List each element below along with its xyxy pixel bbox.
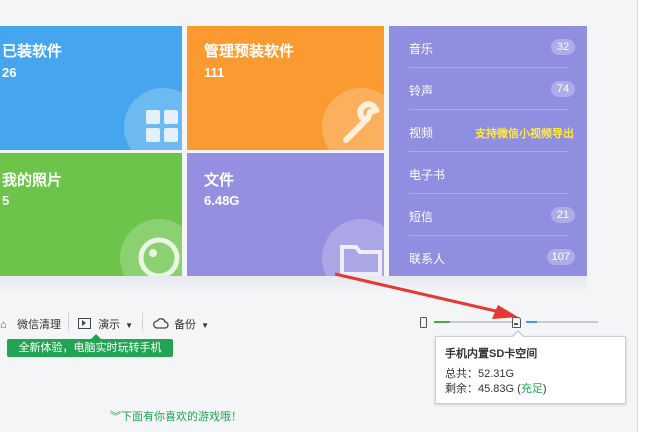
files-title: 文件 — [204, 172, 235, 189]
my-photos-count: 5 — [2, 193, 10, 208]
status-close: ) — [542, 383, 547, 395]
wrench-icon — [322, 88, 384, 150]
annotation-arrow — [334, 272, 518, 319]
preinstalled-apps-tile[interactable]: 管理预装软件 111 — [187, 26, 384, 150]
side-item-label: 铃声 — [409, 84, 434, 98]
games-link-label: 下面有你喜欢的游戏哦！ — [121, 411, 242, 423]
my-photos-title: 我的照片 — [2, 172, 63, 189]
count-badge: 74 — [551, 81, 575, 97]
caret-down-icon: ▼ — [125, 321, 134, 330]
side-item-label: 电子书 — [409, 168, 446, 182]
media-side-panel: 音乐 32 铃声 74 视频 支持微信小视频导出 电子书 短信 21 联系人 1… — [389, 26, 587, 276]
count-badge: 32 — [551, 39, 575, 55]
files-size: 6.48G — [204, 193, 240, 208]
side-item-label: 视频 — [409, 126, 434, 140]
preinstalled-apps-count: 111 — [204, 65, 225, 80]
side-item-ringtones[interactable]: 铃声 74 — [409, 68, 575, 110]
side-item-ebooks[interactable]: 电子书 — [409, 152, 569, 194]
caret-down-icon: ▼ — [201, 321, 210, 330]
side-item-label: 联系人 — [409, 252, 446, 266]
window-edge — [637, 0, 650, 432]
total-value: 52.31G — [478, 368, 515, 380]
backup-button[interactable]: 备份 ▼ — [153, 316, 209, 332]
total-label: 总共： — [445, 368, 478, 380]
toolbar-divider — [142, 313, 143, 331]
installed-apps-tile[interactable]: 已装软件 26 — [0, 26, 182, 150]
tooltip-total-line: 总共：52.31G — [445, 367, 616, 382]
wechat-cleanup-label: 微信清理 — [17, 319, 62, 331]
demo-label: 演示 — [98, 319, 121, 331]
installed-apps-title: 已装软件 — [2, 43, 63, 60]
preinstalled-apps-title: 管理预装软件 — [204, 43, 295, 60]
backup-label: 备份 — [174, 319, 197, 331]
my-photos-tile[interactable]: 我的照片 5 — [0, 153, 182, 276]
installed-apps-count: 26 — [2, 65, 17, 80]
apps-grid-icon — [124, 88, 182, 150]
demo-tooltip: 全新体验，电脑实时玩转手机 — [7, 334, 173, 357]
photo-icon — [120, 219, 182, 276]
play-icon — [78, 318, 91, 329]
sd-space-tooltip: 手机内置SD卡空间 总共：52.31G 剩余：45.83G (充足) — [435, 330, 626, 404]
files-tile[interactable]: 文件 6.48G — [187, 153, 384, 276]
broom-icon: ⌂ — [0, 319, 7, 331]
side-item-sms[interactable]: 短信 21 — [409, 194, 575, 236]
cloud-icon — [153, 318, 172, 331]
count-badge: 21 — [551, 207, 575, 223]
sd-storage-bar[interactable] — [526, 321, 598, 323]
space-status: 充足 — [520, 383, 543, 395]
video-promo-text: 支持微信小视频导出 — [475, 128, 574, 140]
demo-button[interactable]: 演示 ▼ — [78, 316, 133, 332]
side-item-music[interactable]: 音乐 32 — [409, 26, 575, 68]
double-chevron-down-icon: ︾ — [110, 411, 121, 423]
games-link[interactable]: ︾下面有你喜欢的游戏哦！ — [110, 408, 242, 424]
free-label: 剩余： — [445, 383, 478, 395]
tooltip-title: 手机内置SD卡空间 — [445, 348, 538, 360]
tooltip-free-line: 剩余：45.83G (充足) — [445, 382, 616, 397]
toolbar-divider — [68, 313, 69, 331]
side-item-video[interactable]: 视频 支持微信小视频导出 — [409, 110, 574, 152]
count-badge: 107 — [546, 249, 575, 265]
side-item-label: 音乐 — [409, 42, 434, 56]
side-item-label: 短信 — [409, 210, 434, 224]
free-value: 45.83G — [478, 383, 515, 395]
wechat-cleanup-button[interactable]: ⌂ 微信清理 — [0, 316, 61, 332]
